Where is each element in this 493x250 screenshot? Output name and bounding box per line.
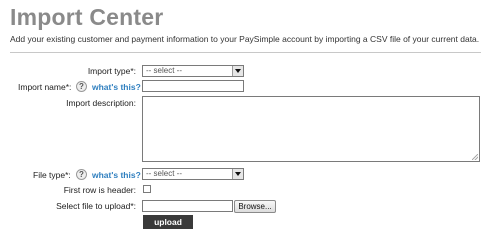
help-icon[interactable]: ? — [76, 169, 87, 180]
browse-button[interactable]: Browse... — [234, 200, 276, 213]
file-type-selected: -- select -- — [146, 169, 182, 178]
chevron-down-icon — [232, 169, 243, 179]
import-type-label: Import type*: — [87, 66, 136, 76]
import-description-label: Import description: — [66, 98, 136, 108]
import-name-help-link[interactable]: what's this? — [92, 82, 141, 92]
import-name-input[interactable] — [142, 80, 244, 92]
file-type-select[interactable]: -- select -- — [142, 168, 244, 180]
file-path-input[interactable] — [142, 200, 233, 212]
import-name-label: Import name*: — [18, 82, 72, 92]
chevron-down-icon — [232, 66, 243, 76]
import-type-select[interactable]: -- select -- — [142, 65, 244, 77]
resize-grip-icon[interactable] — [472, 154, 478, 160]
help-icon[interactable]: ? — [76, 81, 87, 92]
page-subtitle: Add your existing customer and payment i… — [10, 34, 480, 44]
file-type-label: File type*: — [33, 170, 71, 180]
first-row-header-label: First row is header: — [63, 185, 136, 195]
file-upload-label: Select file to upload*: — [56, 201, 136, 211]
header-divider — [10, 52, 481, 53]
first-row-header-checkbox[interactable] — [143, 185, 151, 193]
upload-button[interactable]: upload — [143, 215, 193, 229]
import-description-textarea[interactable] — [142, 96, 480, 162]
file-type-help-link[interactable]: what's this? — [92, 170, 141, 180]
page-title: Import Center — [10, 4, 164, 30]
import-type-selected: -- select -- — [146, 66, 182, 75]
